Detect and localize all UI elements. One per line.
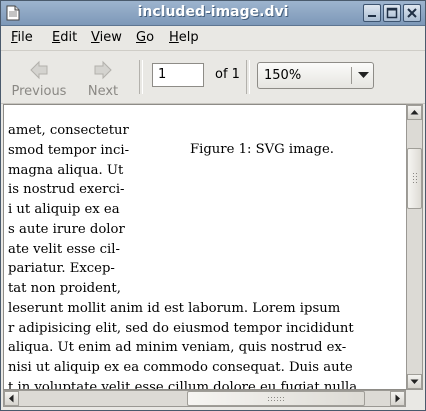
text-line: nisi ut aliquip ex ea commodo consequat.… [8,360,353,375]
text-line: aliqua. Ut enim ad minim veniam, quis no… [8,340,347,355]
text-line: ate velit esse cil- [8,242,120,257]
previous-label: Previous [11,84,67,99]
menu-edit-mnemonic: E [52,30,61,45]
text-line: smod tempor inci- [8,143,130,158]
figure-caption: Figure 1: SVG image. [190,142,334,157]
horizontal-scroll-thumb[interactable] [187,391,365,406]
arrow-up-icon [410,110,419,115]
menu-help[interactable]: Help [169,30,199,45]
grip-icon [268,397,284,401]
arrow-right-icon [94,60,112,80]
menu-file[interactable]: File [11,30,33,45]
next-button[interactable]: Next [69,55,137,99]
menu-file-label: ile [17,30,33,45]
toolbar-separator [246,60,250,94]
title-bar[interactable]: included-image.dvi [1,1,425,26]
arrow-right-icon [395,394,400,403]
text-line: amet, consectetur [8,123,129,138]
next-label: Next [87,84,119,99]
text-line: is nostrud exerci- [8,182,125,197]
vertical-scroll-thumb[interactable] [407,148,422,209]
menu-view-mnemonic: V [91,30,100,45]
minimize-icon [368,15,376,17]
toolbar-separator [139,60,143,94]
menu-edit[interactable]: Edit [52,30,77,45]
menu-go-mnemonic: G [136,30,147,45]
maximize-icon [386,7,398,19]
maximize-button[interactable] [383,4,401,22]
document-view[interactable]: Figure 1: SVG image. amet, consectetur s… [3,104,408,390]
page-total-label: of 1 [215,67,240,82]
menu-view[interactable]: View [91,30,122,45]
zoom-value: 150% [264,68,302,83]
scrollbar-corner [406,390,423,407]
zoom-select[interactable]: 150% [257,62,374,89]
menu-go-label: o [146,30,155,45]
menu-help-label: elp [178,30,199,45]
menu-help-mnemonic: H [169,30,179,45]
document-page: Figure 1: SVG image. amet, consectetur s… [4,105,407,390]
zoom-divider [351,67,352,84]
page-number-input[interactable]: 1 [152,63,204,87]
grip-icon [413,173,417,183]
arrow-left-icon [9,394,14,403]
scroll-left-button[interactable] [4,391,19,406]
horizontal-scrollbar[interactable] [3,390,406,407]
text-line: r adipisicing elit, sed do eiusmod tempo… [8,321,354,336]
scroll-down-button[interactable] [407,374,422,389]
menu-bar: File Edit View Go Help [1,26,425,51]
close-button[interactable] [403,4,421,22]
text-line: i ut aliquip ex ea [8,202,120,217]
menu-go[interactable]: Go [136,30,154,45]
previous-button[interactable]: Previous [5,55,73,99]
text-line: leserunt mollit anim id est laborum. Lor… [8,301,341,316]
scroll-right-button[interactable] [390,391,405,406]
text-line: s aute irure dolor [8,222,125,237]
window-title: included-image.dvi [137,4,289,20]
vertical-scrollbar[interactable] [406,104,423,390]
arrow-down-icon [410,379,419,384]
close-icon [407,8,417,18]
menu-view-label: iew [99,30,122,45]
chevron-down-icon [358,72,369,78]
text-line: t in voluptate velit esse cillum dolore … [8,380,358,390]
arrow-left-icon [30,60,48,80]
scroll-up-button[interactable] [407,105,422,120]
menu-edit-label: dit [60,30,78,45]
app-window: included-image.dvi File Edit View Go Hel… [0,0,426,411]
minimize-button[interactable] [363,4,381,22]
text-line: tat non proident, [8,281,121,296]
text-line: magna aliqua. Ut [8,163,124,178]
text-line: pariatur. Excep- [8,261,115,276]
